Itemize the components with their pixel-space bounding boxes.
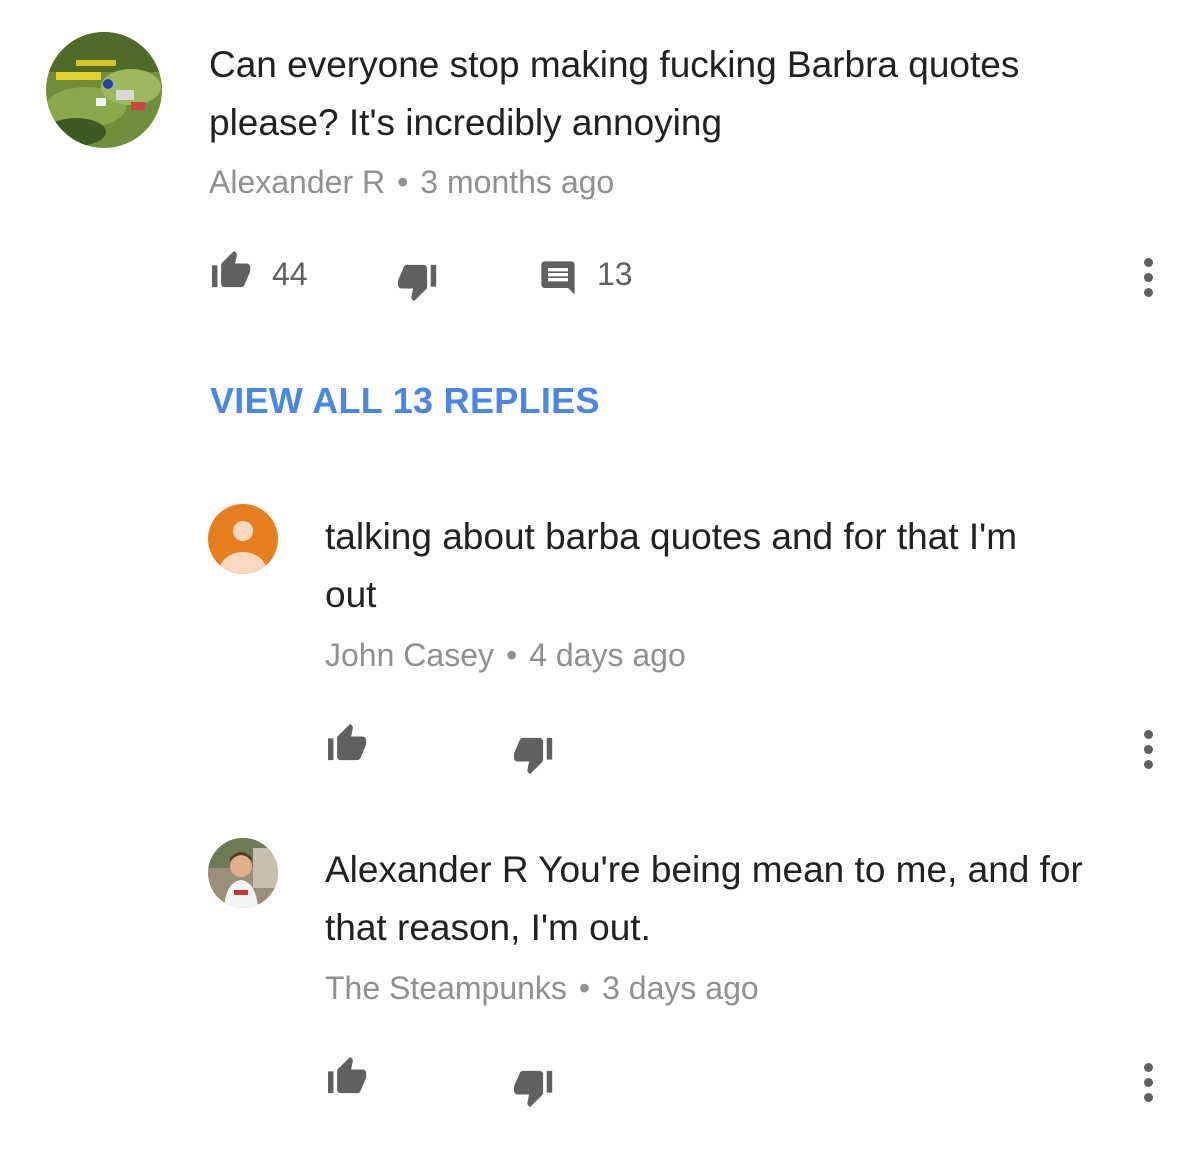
comment-text: Can everyone stop making fucking Barbra …: [209, 36, 1169, 152]
view-all-replies-link[interactable]: VIEW ALL 13 REPLIES: [210, 380, 600, 422]
comment-text-line: Can everyone stop making fucking Barbra …: [209, 44, 1020, 85]
default-person-avatar-icon: [208, 504, 278, 574]
separator-dot: •: [397, 164, 409, 200]
author-name[interactable]: The Steampunks: [325, 970, 567, 1006]
timestamp: 3 days ago: [602, 970, 759, 1006]
more-options-icon[interactable]: [1142, 258, 1154, 298]
thumbs-down-icon[interactable]: [396, 263, 440, 303]
thumbs-up-icon[interactable]: [326, 1055, 370, 1095]
avatar[interactable]: [208, 838, 278, 908]
thumbs-down-icon[interactable]: [512, 736, 556, 776]
reply-text: talking about barba quotes and for that …: [325, 508, 1175, 624]
separator-dot: •: [505, 637, 518, 673]
reply-text-line: Alexander R You're being mean to me, and…: [325, 849, 1083, 890]
author-name[interactable]: Alexander R: [209, 164, 385, 200]
reply-text-line: that reason, I'm out.: [325, 907, 651, 948]
more-options-icon[interactable]: [1142, 1063, 1154, 1103]
author-name[interactable]: John Casey: [325, 637, 494, 673]
like-count: 44: [272, 256, 308, 292]
avatar[interactable]: [46, 32, 162, 148]
avatar[interactable]: [208, 504, 278, 574]
landscape-photo-avatar-icon: [46, 32, 162, 148]
reply-count: 13: [597, 256, 633, 292]
reply-text-line: talking about barba quotes and for that …: [325, 516, 1018, 557]
thumbs-up-icon[interactable]: [210, 249, 254, 289]
timestamp: 3 months ago: [420, 164, 615, 200]
reply-comment-icon[interactable]: [538, 258, 578, 298]
reply-meta: John Casey • 4 days ago: [325, 637, 686, 674]
child-photo-avatar-icon: [208, 838, 278, 908]
comment-meta: Alexander R • 3 months ago: [209, 164, 614, 201]
reply-meta: The Steampunks • 3 days ago: [325, 970, 759, 1007]
comment-text-line: please? It's incredibly annoying: [209, 102, 723, 143]
separator-dot: •: [578, 970, 591, 1006]
thumbs-down-icon[interactable]: [512, 1069, 556, 1109]
reply-text-line: out: [325, 574, 377, 615]
timestamp: 4 days ago: [529, 637, 686, 673]
more-options-icon[interactable]: [1142, 730, 1154, 770]
reply-text: Alexander R You're being mean to me, and…: [325, 841, 1185, 957]
thumbs-up-icon[interactable]: [326, 722, 370, 762]
